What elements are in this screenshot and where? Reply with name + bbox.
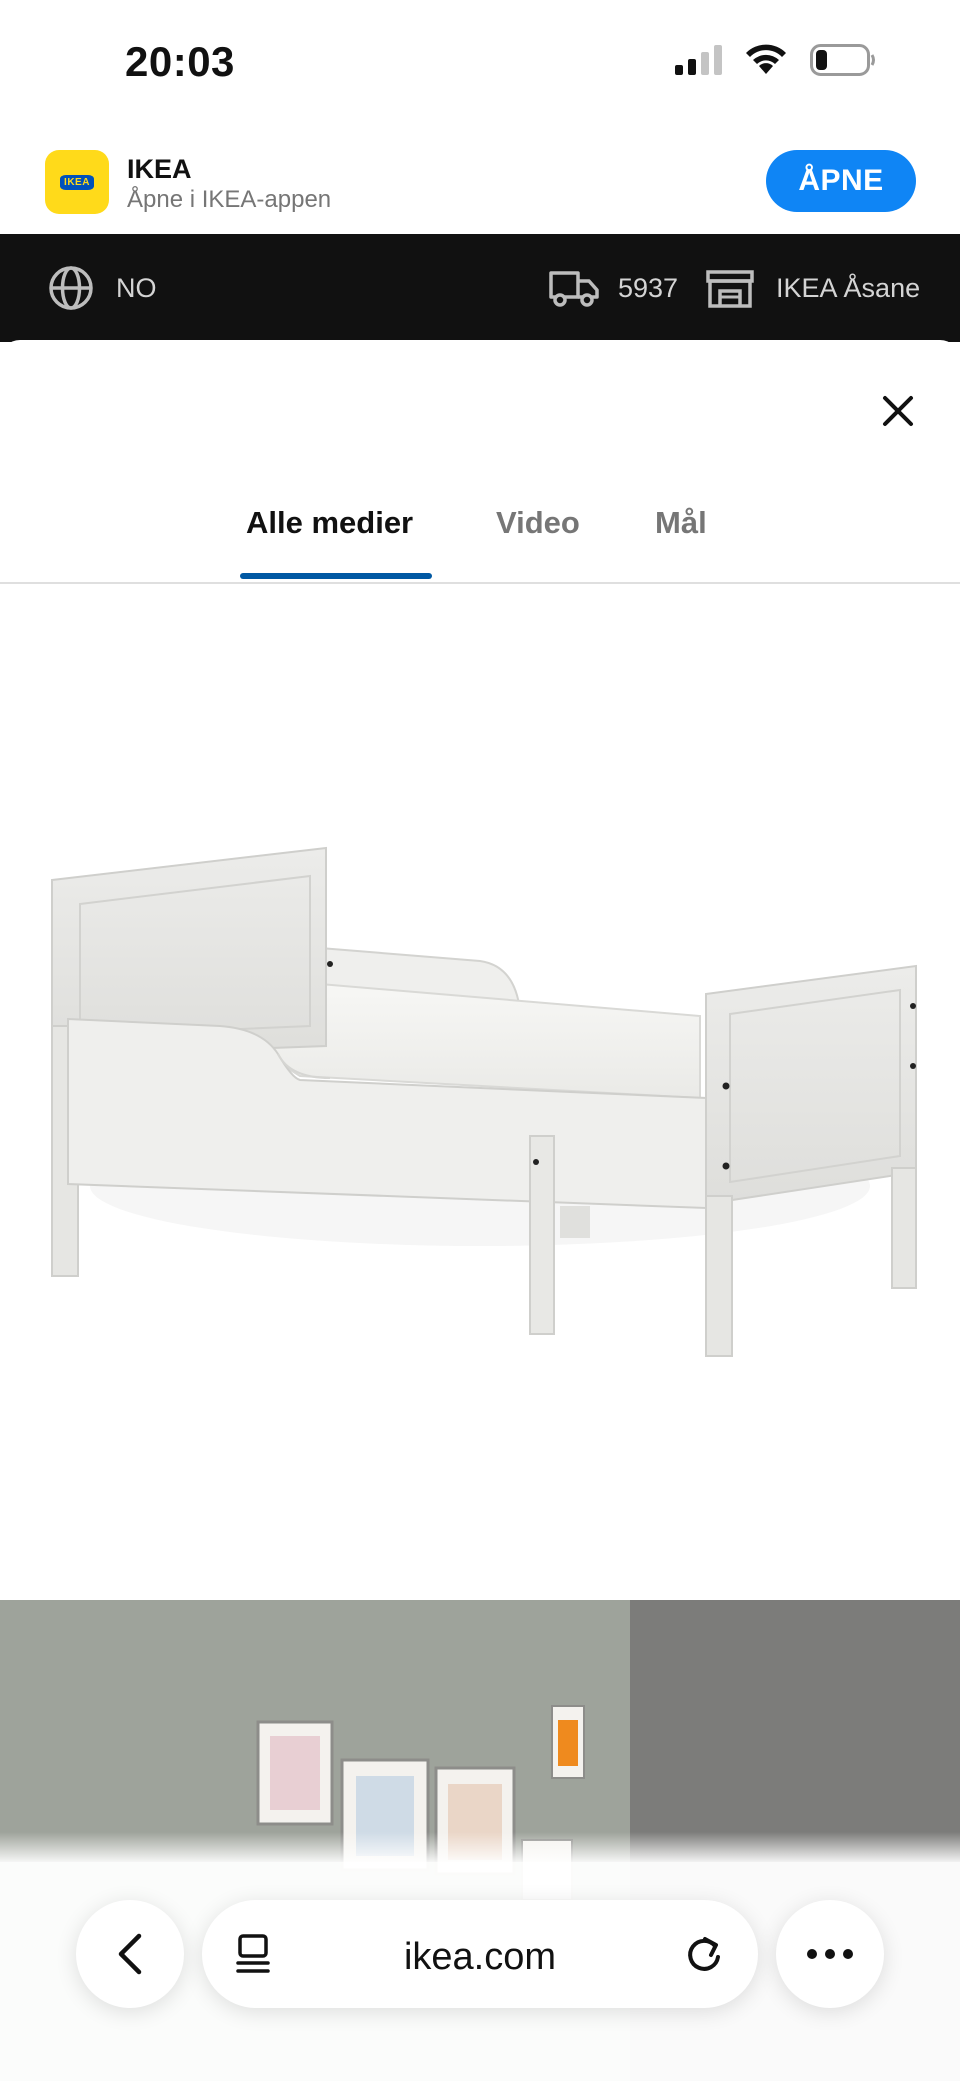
top-utility-bar: NO 5937 IKEA Åsane xyxy=(0,234,960,342)
battery-icon xyxy=(810,44,875,76)
status-icons xyxy=(675,44,876,76)
language-code: NO xyxy=(116,272,157,303)
close-icon xyxy=(883,396,913,426)
tab-dimensions[interactable]: Mål xyxy=(655,470,707,584)
tab-all-media[interactable]: Alle medier xyxy=(246,470,413,584)
status-bar: 20:03 xyxy=(0,0,960,130)
delivery-postcode[interactable]: 5937 xyxy=(548,234,678,342)
close-button[interactable] xyxy=(872,385,924,437)
url-text: ikea.com xyxy=(403,1936,557,1978)
media-modal: Alle medier Video Mål xyxy=(0,340,960,2081)
reload-icon xyxy=(688,1937,720,1971)
more-options-button[interactable] xyxy=(776,1900,884,2008)
store-icon xyxy=(706,270,754,308)
postcode-value: 5937 xyxy=(618,272,679,303)
more-dots-icon xyxy=(807,1949,853,1959)
wifi-icon xyxy=(746,44,786,74)
media-tabs: Alle medier Video Mål xyxy=(0,470,960,584)
tab-video[interactable]: Video xyxy=(496,470,580,584)
browser-toolbar: ikea.com xyxy=(0,1832,960,2081)
status-time: 20:03 xyxy=(125,38,235,85)
smart-app-banner: IKEA IKEA Åpne i IKEA-appen ÅPNE xyxy=(0,130,960,234)
ikea-logo-text: IKEA xyxy=(60,174,94,190)
toolbar-fade xyxy=(0,1832,960,1862)
store-selector[interactable]: IKEA Åsane xyxy=(706,234,920,342)
bed-image xyxy=(51,846,917,1357)
language-selector[interactable]: NO xyxy=(48,234,157,342)
cellular-signal-icon xyxy=(675,45,722,75)
back-button[interactable] xyxy=(76,1900,184,2008)
page: 20:03 IKEA IKEA Åpne i IKEA-appen ÅPNE N… xyxy=(0,0,960,2081)
chevron-left-icon xyxy=(118,1933,142,1975)
address-bar[interactable]: ikea.com xyxy=(202,1900,758,2008)
product-image[interactable] xyxy=(0,586,960,1600)
open-app-button[interactable]: ÅPNE xyxy=(766,150,916,212)
delivery-truck-icon xyxy=(549,271,599,307)
app-name: IKEA xyxy=(127,154,192,184)
active-tab-indicator xyxy=(240,573,432,579)
store-name: IKEA Åsane xyxy=(776,272,921,303)
app-subtitle: Åpne i IKEA-appen xyxy=(127,186,332,213)
ikea-app-logo: IKEA xyxy=(45,150,109,214)
globe-icon xyxy=(49,266,93,310)
